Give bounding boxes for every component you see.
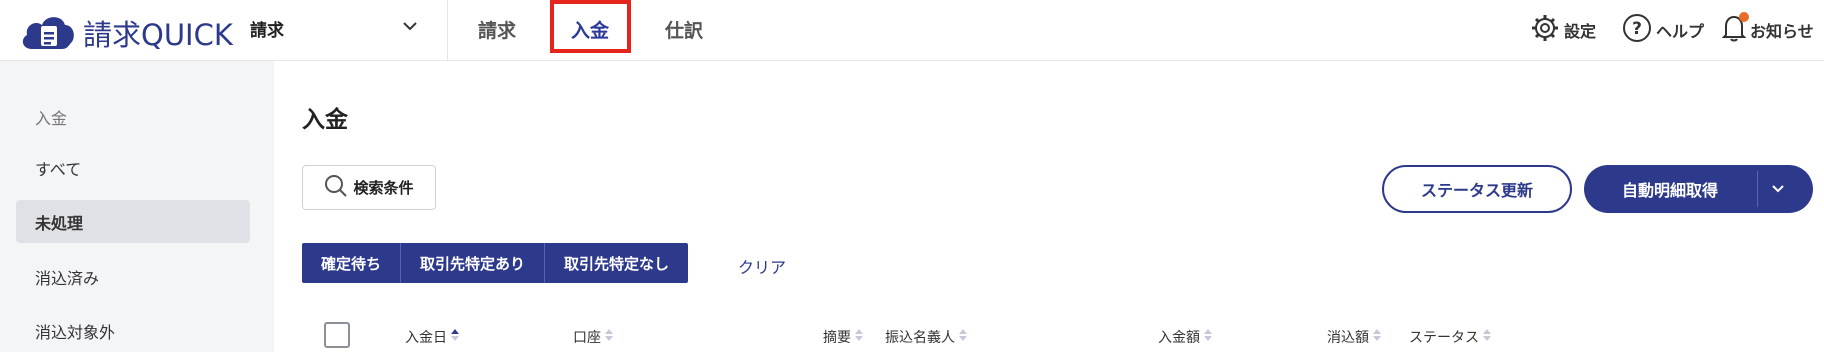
notification-dot <box>1739 12 1749 22</box>
logo-text[interactable]: 請求QUICK <box>83 12 233 54</box>
status-update-button[interactable]: ステータス更新 <box>1382 165 1572 213</box>
sidebar-item-unprocessed[interactable]: 未処理 <box>35 210 83 234</box>
page-title: 入金 <box>302 107 348 133</box>
select-all-checkbox[interactable] <box>324 322 350 348</box>
sort-icon <box>959 328 967 346</box>
filter-partner-identified[interactable]: 取引先特定あり <box>401 243 546 283</box>
app-selector[interactable]: 請求 <box>250 16 284 41</box>
auto-fetch-button-group: 自動明細取得 <box>1584 165 1813 213</box>
settings-label: 設定 <box>1564 22 1597 41</box>
status-filter-group: 確定待ち 取引先特定あり 取引先特定なし <box>302 243 689 283</box>
chevron-down-icon[interactable] <box>402 18 418 38</box>
chevron-down-icon[interactable] <box>1770 181 1786 201</box>
sidebar-item-excluded[interactable]: 消込対象外 <box>35 319 115 343</box>
tab-journal[interactable]: 仕訳 <box>665 16 703 43</box>
column-label: ステータス <box>1409 330 1479 346</box>
column-header-reconciled-amount[interactable]: 消込額 <box>1327 327 1381 347</box>
search-conditions-button[interactable]: 検索条件 <box>302 165 436 210</box>
sidebar-item-reconciled[interactable]: 消込済み <box>35 265 99 289</box>
help-label: ヘルプ <box>1656 22 1705 41</box>
gear-icon <box>1530 13 1560 47</box>
help-button[interactable]: ? ヘルプ <box>1622 13 1704 47</box>
help-icon: ? <box>1622 13 1652 47</box>
column-label: 摘要 <box>823 330 851 346</box>
column-header-account[interactable]: 口座 <box>573 327 613 347</box>
tab-invoice[interactable]: 請求 <box>478 16 516 43</box>
search-icon <box>324 174 348 202</box>
column-label: 振込名義人 <box>885 330 955 346</box>
column-header-status[interactable]: ステータス <box>1409 327 1491 347</box>
logo-cloud-icon <box>20 11 76 55</box>
filter-partner-unidentified[interactable]: 取引先特定なし <box>545 243 689 283</box>
settings-button[interactable]: 設定 <box>1530 13 1596 47</box>
sidebar-item-all[interactable]: すべて <box>35 156 81 180</box>
clear-filters-link[interactable]: クリア <box>738 254 786 278</box>
search-conditions-label: 検索条件 <box>353 179 414 197</box>
column-header-payer[interactable]: 振込名義人 <box>885 327 967 347</box>
sort-icon <box>1373 328 1381 346</box>
sort-icon <box>605 328 613 346</box>
sidebar-heading: 入金 <box>35 109 68 128</box>
column-label: 消込額 <box>1327 330 1369 346</box>
column-header-description[interactable]: 摘要 <box>823 327 863 347</box>
sort-asc-icon <box>451 328 459 346</box>
auto-fetch-divider <box>1757 171 1758 207</box>
svg-text:?: ? <box>1632 19 1642 39</box>
column-header-date[interactable]: 入金日 <box>405 327 459 347</box>
column-header-amount[interactable]: 入金額 <box>1158 327 1212 347</box>
auto-fetch-button[interactable]: 自動明細取得 <box>1584 165 1756 213</box>
column-label: 入金日 <box>405 330 447 346</box>
tab-highlight-box <box>550 0 631 53</box>
header-divider <box>447 0 448 60</box>
sort-icon <box>855 328 863 346</box>
notifications-label: お知らせ <box>1750 22 1814 41</box>
top-header: 請求QUICK 請求 請求 入金 仕訳 設定 ? ヘルプ お知らせ <box>0 0 1824 61</box>
sort-icon <box>1483 328 1491 346</box>
filter-pending-confirmation[interactable]: 確定待ち <box>302 243 402 283</box>
sort-icon <box>1204 328 1212 346</box>
column-label: 口座 <box>573 330 601 346</box>
notifications-button[interactable]: お知らせ <box>1721 13 1814 47</box>
column-label: 入金額 <box>1158 330 1200 346</box>
